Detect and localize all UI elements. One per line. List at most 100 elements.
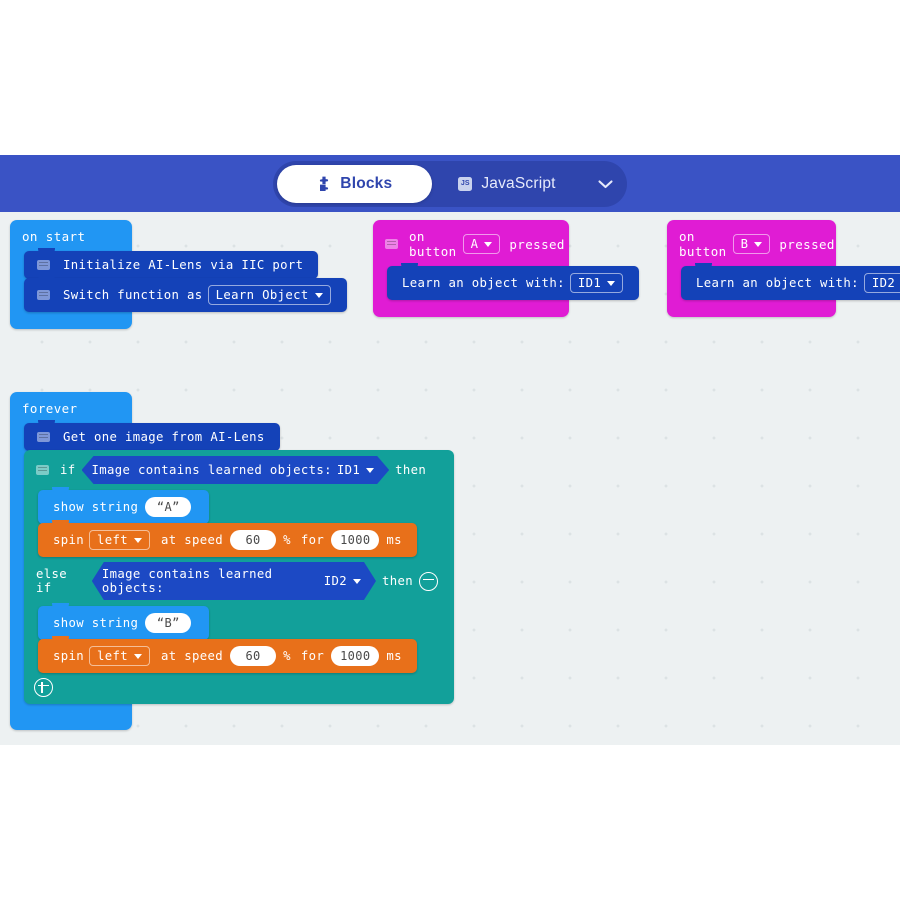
spin-a-speed-value[interactable]: 60 — [230, 530, 277, 550]
else-if-condition-label: Image contains learned objects: — [101, 567, 273, 595]
minus-circle-icon[interactable] — [419, 571, 438, 591]
learn-object-id1-dropdown[interactable]: ID1 — [569, 273, 624, 293]
if-else-add-branch-row[interactable] — [24, 672, 454, 704]
initialize-ai-lens-label: Initialize AI-Lens via IIC port — [63, 258, 304, 272]
caret-down-icon — [484, 241, 493, 247]
spin-a-direction-value: left — [97, 533, 129, 547]
comment-icon — [36, 465, 49, 475]
forever-block[interactable]: forever Get one image from AI-Lens if Im… — [10, 392, 454, 730]
spin-b-speed-label: at speed — [161, 649, 224, 663]
else-if-label: else if — [36, 567, 68, 595]
spin-a-label: spin — [53, 533, 85, 547]
else-if-condition-reporter[interactable]: Image contains learned objects: ID2 — [92, 562, 376, 600]
switch-function-dropdown-value: Learn Object — [215, 288, 309, 302]
learn-object-id2-block[interactable]: Learn an object with: ID2 — [681, 263, 900, 300]
on-button-b-dropdown[interactable]: B — [732, 234, 771, 254]
learn-object-id1-block[interactable]: Learn an object with: ID1 — [387, 263, 640, 300]
if-body: show string “A” spin left at speed 60 % … — [24, 487, 454, 557]
block-stack-on-button-b[interactable]: on button B pressed Learn an object with… — [667, 220, 900, 317]
on-button-b-header: on button B pressed — [667, 220, 836, 266]
blockly-editor: Blocks JS JavaScript on start Initialize… — [0, 0, 900, 900]
show-string-a-value[interactable]: “A” — [145, 497, 192, 517]
spin-b-for-label: for — [300, 649, 325, 663]
tab-javascript-label: JavaScript — [481, 174, 556, 192]
if-condition-reporter[interactable]: Image contains learned objects: ID1 — [82, 456, 390, 484]
js-icon: JS — [458, 176, 473, 191]
if-row[interactable]: if Image contains learned objects: ID1 t… — [24, 450, 454, 490]
view-mode-tabs: Blocks JS JavaScript — [273, 160, 627, 207]
on-button-a-header: on button A pressed — [373, 220, 569, 266]
editor-header: Blocks JS JavaScript — [0, 155, 900, 212]
spin-b-unit-label: ms — [386, 649, 402, 663]
show-string-a-block[interactable]: show string “A” — [38, 487, 210, 524]
plus-circle-icon[interactable] — [34, 677, 53, 697]
spin-b-label: spin — [53, 649, 85, 663]
on-button-b-block[interactable]: on button B pressed Learn an object with… — [667, 220, 900, 317]
on-start-block[interactable]: on start Initialize AI-Lens via IIC port… — [10, 220, 347, 329]
on-button-a-dropdown[interactable]: A — [462, 234, 501, 254]
caret-down-icon — [607, 280, 616, 286]
on-button-b-dropdown-value: B — [740, 237, 749, 251]
caret-down-icon — [134, 537, 143, 543]
spin-b-duration-value[interactable]: 1000 — [331, 646, 380, 666]
on-button-a-suffix: pressed — [509, 236, 565, 252]
caret-down-icon — [314, 292, 323, 298]
tab-javascript[interactable]: JS JavaScript — [432, 165, 581, 203]
learn-object-id2-dropdown-value: ID2 — [871, 276, 896, 290]
on-button-a-prefix: on button — [409, 229, 457, 259]
on-button-b-prefix: on button — [679, 229, 727, 259]
spin-a-for-label: for — [300, 533, 325, 547]
spin-b-speed-value[interactable]: 60 — [230, 646, 277, 666]
show-string-b-label: show string — [53, 616, 139, 630]
spin-b-percent-label: % — [283, 649, 291, 663]
on-button-a-block[interactable]: on button A pressed Learn an object with… — [373, 220, 640, 317]
else-if-row[interactable]: else if Image contains learned objects: … — [24, 556, 454, 606]
else-if-body: show string “B” spin left at speed 60 % … — [24, 603, 454, 673]
get-one-image-label: Get one image from AI-Lens — [63, 430, 265, 444]
else-if-condition-dropdown-value: ID2 — [323, 574, 347, 588]
blocks-canvas[interactable]: on start Initialize AI-Lens via IIC port… — [0, 212, 900, 745]
if-condition-dropdown-value: ID1 — [336, 463, 361, 477]
show-string-a-label: show string — [53, 500, 139, 514]
spin-b-direction-value: left — [97, 649, 129, 663]
block-stack-on-start[interactable]: on start Initialize AI-Lens via IIC port… — [10, 220, 347, 329]
spin-a-duration-value[interactable]: 1000 — [331, 530, 380, 550]
spin-a-direction-dropdown[interactable]: left — [89, 530, 151, 550]
else-if-condition-dropdown[interactable]: ID2 — [322, 572, 363, 590]
block-stack-on-button-a[interactable]: on button A pressed Learn an object with… — [373, 220, 640, 317]
comment-icon — [37, 290, 50, 300]
spin-b-direction-dropdown[interactable]: left — [89, 646, 151, 666]
puzzle-piece-icon — [317, 176, 331, 191]
switch-function-block[interactable]: Switch function as Learn Object — [24, 275, 347, 312]
spin-a-unit-label: ms — [386, 533, 402, 547]
show-string-b-value[interactable]: “B” — [145, 613, 192, 633]
caret-down-icon — [134, 653, 143, 659]
if-condition-label: Image contains learned objects: — [91, 463, 332, 477]
spin-block-b[interactable]: spin left at speed 60 % for 1000 ms — [38, 636, 417, 673]
switch-function-dropdown[interactable]: Learn Object — [207, 285, 331, 305]
if-condition-dropdown[interactable]: ID1 — [335, 461, 376, 479]
on-button-b-suffix: pressed — [779, 236, 835, 252]
if-else-block[interactable]: if Image contains learned objects: ID1 t… — [24, 450, 454, 704]
show-string-b-block[interactable]: show string “B” — [38, 603, 210, 640]
else-if-then-label: then — [381, 574, 413, 588]
block-stack-forever[interactable]: forever Get one image from AI-Lens if Im… — [10, 392, 454, 730]
spin-block-a[interactable]: spin left at speed 60 % for 1000 ms — [38, 520, 417, 557]
spin-a-speed-label: at speed — [161, 533, 224, 547]
get-one-image-block[interactable]: Get one image from AI-Lens — [24, 420, 280, 451]
comment-icon — [385, 239, 398, 249]
caret-down-icon — [754, 241, 763, 247]
tab-blocks[interactable]: Blocks — [277, 164, 433, 203]
then-label: then — [395, 463, 427, 477]
switch-function-label: Switch function as — [63, 288, 203, 302]
learn-object-id2-dropdown[interactable]: ID2 — [863, 273, 900, 293]
caret-down-icon — [366, 468, 374, 473]
spin-a-percent-label: % — [283, 533, 291, 547]
chevron-down-icon[interactable] — [582, 174, 623, 193]
tab-blocks-label: Blocks — [340, 174, 393, 192]
initialize-ai-lens-block[interactable]: Initialize AI-Lens via IIC port — [24, 248, 319, 279]
learn-object-id1-label: Learn an object with: — [402, 276, 565, 290]
comment-icon — [37, 432, 50, 442]
caret-down-icon — [353, 579, 361, 584]
if-label: if — [60, 463, 76, 477]
